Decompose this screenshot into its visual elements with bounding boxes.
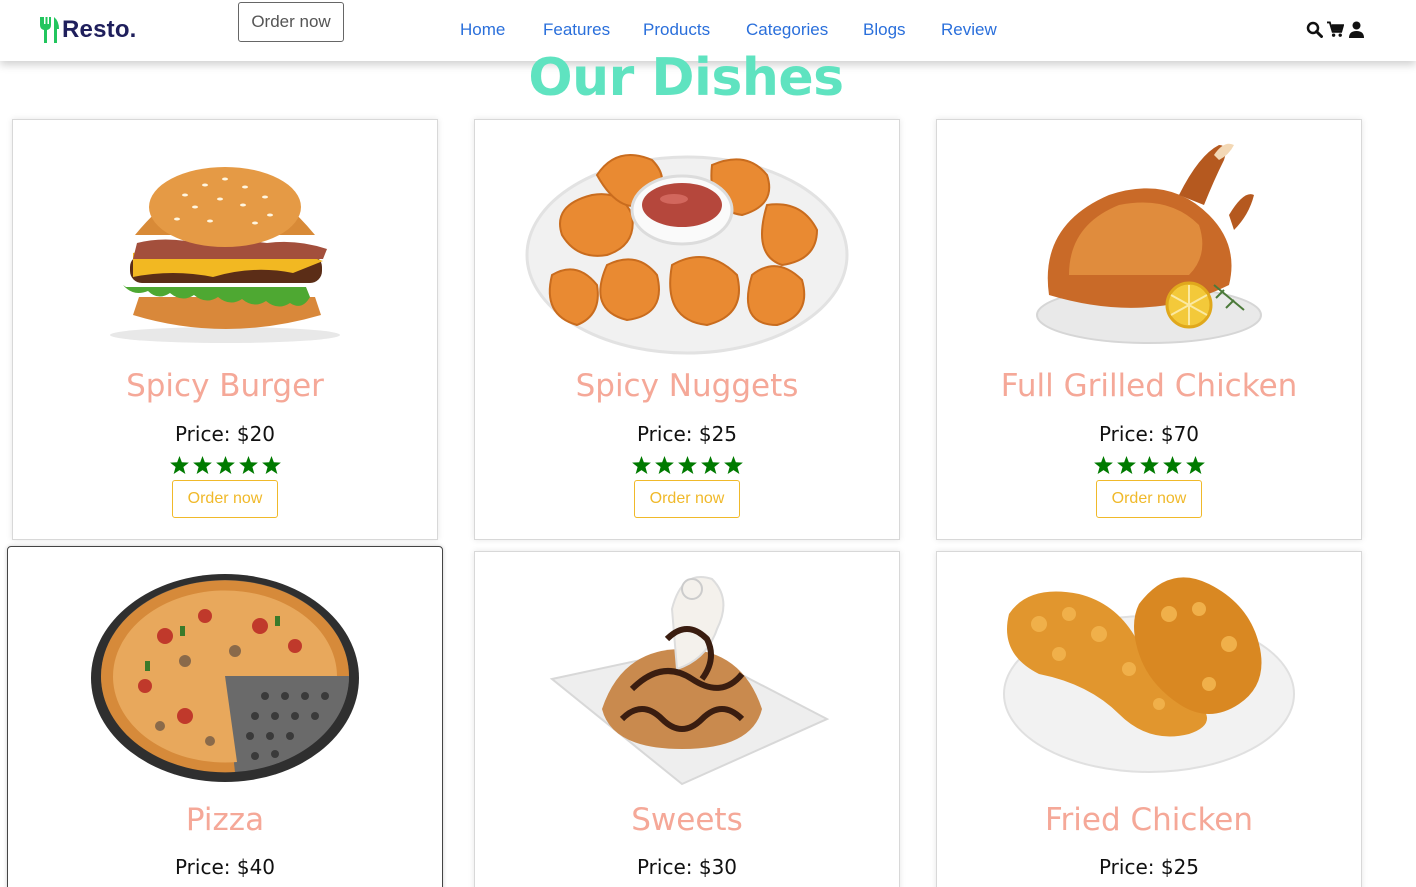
star-icon — [1162, 456, 1182, 474]
star-icon — [1139, 456, 1159, 474]
dish-image-fried-chicken — [937, 564, 1361, 794]
star-icon — [631, 456, 651, 474]
star-icon — [215, 456, 235, 474]
logo-text: Resto. — [62, 16, 137, 43]
order-now-button[interactable]: Order now — [1096, 480, 1202, 518]
star-icon — [169, 456, 189, 474]
dish-card: Fried Chicken Price: $25 — [936, 551, 1362, 887]
nav-categories[interactable]: Categories — [746, 20, 828, 40]
dish-price: Price: $30 — [636, 855, 738, 879]
dish-price: Price: $20 — [174, 422, 276, 446]
dish-name: Spicy Burger — [126, 368, 324, 404]
dish-card[interactable]: Pizza Price: $40 — [7, 546, 443, 887]
order-now-button[interactable]: Order now — [634, 480, 740, 518]
star-icon — [654, 456, 674, 474]
star-icon — [677, 456, 697, 474]
dish-card: Sweets Price: $30 — [474, 551, 900, 887]
section-title: Our Dishes — [528, 48, 844, 108]
nav-home[interactable]: Home — [460, 20, 505, 40]
dish-price: Price: $40 — [174, 855, 276, 879]
star-rating — [13, 456, 437, 474]
dish-image-nuggets — [475, 130, 899, 360]
user-icon[interactable] — [1348, 19, 1365, 39]
search-icon[interactable] — [1306, 19, 1323, 39]
dish-price: Price: $25 — [1098, 855, 1200, 879]
dish-name: Fried Chicken — [1044, 802, 1254, 838]
logo[interactable]: Resto. — [38, 14, 137, 46]
fork-knife-icon — [38, 16, 60, 44]
order-now-button[interactable]: Order now — [172, 480, 278, 518]
dish-name: Spicy Nuggets — [575, 368, 799, 404]
dish-name: Sweets — [631, 802, 743, 838]
star-icon — [723, 456, 743, 474]
star-icon — [238, 456, 258, 474]
star-icon — [1093, 456, 1113, 474]
header-order-button[interactable]: Order now — [238, 2, 344, 42]
nav-review[interactable]: Review — [941, 20, 997, 40]
dish-card: Spicy Nuggets Price: $25 Order now — [474, 119, 900, 540]
star-icon — [1185, 456, 1205, 474]
nav-products[interactable]: Products — [643, 20, 710, 40]
star-icon — [192, 456, 212, 474]
dish-name: Full Grilled Chicken — [1000, 368, 1298, 404]
star-icon — [1116, 456, 1136, 474]
header-icons — [1306, 19, 1365, 39]
star-rating — [475, 456, 899, 474]
dish-name: Pizza — [185, 802, 265, 838]
star-icon — [700, 456, 720, 474]
star-icon — [261, 456, 281, 474]
nav-features[interactable]: Features — [543, 20, 610, 40]
dish-image-grilled-chicken — [937, 130, 1361, 360]
dish-image-pizza — [8, 561, 442, 791]
cart-icon[interactable] — [1327, 19, 1344, 39]
dish-image-sweets — [475, 564, 899, 794]
nav-blogs[interactable]: Blogs — [863, 20, 906, 40]
dish-price: Price: $70 — [1098, 422, 1200, 446]
dish-image-burger — [13, 130, 437, 360]
star-rating — [937, 456, 1361, 474]
dish-price: Price: $25 — [636, 422, 738, 446]
dish-card: Spicy Burger Price: $20 Order now — [12, 119, 438, 540]
dish-card: Full Grilled Chicken Price: $70 Order no… — [936, 119, 1362, 540]
